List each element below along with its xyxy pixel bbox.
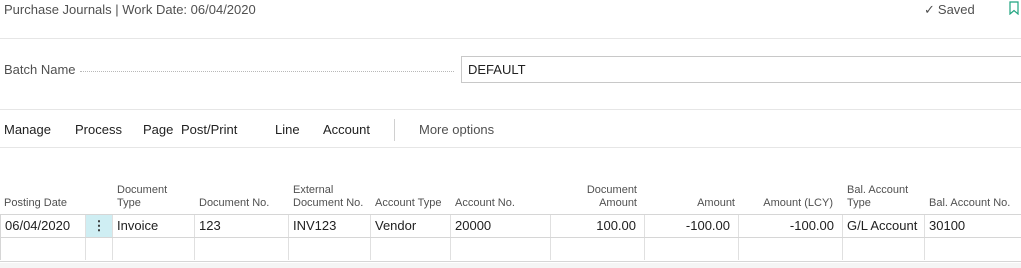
menu-process[interactable]: Process xyxy=(75,122,122,137)
saved-label: Saved xyxy=(937,2,975,17)
empty-cell[interactable] xyxy=(843,238,925,260)
batch-name-input[interactable]: DEFAULT xyxy=(461,56,1021,83)
empty-cell[interactable] xyxy=(86,238,113,260)
cell-document-no[interactable]: 123 xyxy=(195,215,289,237)
column-header-document-type[interactable]: Document Type xyxy=(113,162,195,214)
table-row[interactable]: 06/04/2020 ⋮ Invoice 123 INV123 Vendor 2… xyxy=(0,214,1021,238)
row-menu-icon[interactable]: ⋮ xyxy=(86,215,113,237)
column-header-bal-account-type[interactable]: Bal. Account Type xyxy=(843,162,925,214)
column-header-bal-account-no[interactable]: Bal. Account No. xyxy=(925,162,1021,214)
cell-amount-lcy[interactable]: -100.00 xyxy=(739,215,843,237)
cell-external-document-no[interactable]: INV123 xyxy=(289,215,371,237)
cell-posting-date[interactable]: 06/04/2020 xyxy=(0,215,86,237)
page-title: Purchase Journals | Work Date: 06/04/202… xyxy=(4,2,256,17)
menu-separator xyxy=(394,119,395,141)
check-icon: ✓ xyxy=(924,2,935,17)
more-options-button[interactable]: More options xyxy=(419,122,494,137)
empty-cell[interactable] xyxy=(739,238,843,260)
leader-dots xyxy=(80,71,454,72)
cell-bal-account-no[interactable]: 30100 xyxy=(925,215,1021,237)
divider xyxy=(0,38,1021,39)
cell-document-type[interactable]: Invoice xyxy=(113,215,195,237)
menu-manage[interactable]: Manage xyxy=(4,122,51,137)
cell-bal-account-type[interactable]: G/L Account xyxy=(843,215,925,237)
column-header-account-type[interactable]: Account Type xyxy=(371,162,451,214)
cell-account-type[interactable]: Vendor xyxy=(371,215,451,237)
column-header-account-no[interactable]: Account No. xyxy=(451,162,551,214)
grid-footer-strip xyxy=(0,263,1021,268)
cell-amount[interactable]: -100.00 xyxy=(645,215,739,237)
table-row-empty[interactable] xyxy=(0,238,1021,262)
column-header-external-document-no[interactable]: External Document No. xyxy=(289,162,371,214)
page-header: Purchase Journals | Work Date: 06/04/202… xyxy=(0,0,1021,22)
column-header-amount[interactable]: Amount xyxy=(645,162,739,214)
batch-name-label: Batch Name xyxy=(4,62,76,77)
divider xyxy=(0,109,1021,110)
menu-line[interactable]: Line xyxy=(275,122,300,137)
column-header-posting-date[interactable]: Posting Date xyxy=(0,162,86,214)
empty-cell[interactable] xyxy=(0,238,86,260)
empty-cell[interactable] xyxy=(195,238,289,260)
divider xyxy=(0,147,1021,148)
empty-cell[interactable] xyxy=(645,238,739,260)
empty-cell[interactable] xyxy=(113,238,195,260)
column-header-document-no[interactable]: Document No. xyxy=(195,162,289,214)
empty-cell[interactable] xyxy=(451,238,551,260)
empty-cell[interactable] xyxy=(925,238,1021,260)
cell-account-no[interactable]: 20000 xyxy=(451,215,551,237)
empty-cell[interactable] xyxy=(289,238,371,260)
bookmark-icon[interactable] xyxy=(1009,1,1019,15)
empty-cell[interactable] xyxy=(371,238,451,260)
empty-cell[interactable] xyxy=(551,238,645,260)
menu-page[interactable]: Page xyxy=(143,122,173,137)
cell-document-amount[interactable]: 100.00 xyxy=(551,215,645,237)
menu-post-print[interactable]: Post/Print xyxy=(181,122,237,137)
column-header-amount-lcy[interactable]: Amount (LCY) xyxy=(739,162,837,214)
action-menu: Manage Process Page Post/Print Line Acco… xyxy=(0,119,1021,141)
column-header-document-amount[interactable]: Document Amount xyxy=(551,162,641,214)
menu-account[interactable]: Account xyxy=(323,122,370,137)
saved-status: ✓ Saved xyxy=(924,2,975,18)
